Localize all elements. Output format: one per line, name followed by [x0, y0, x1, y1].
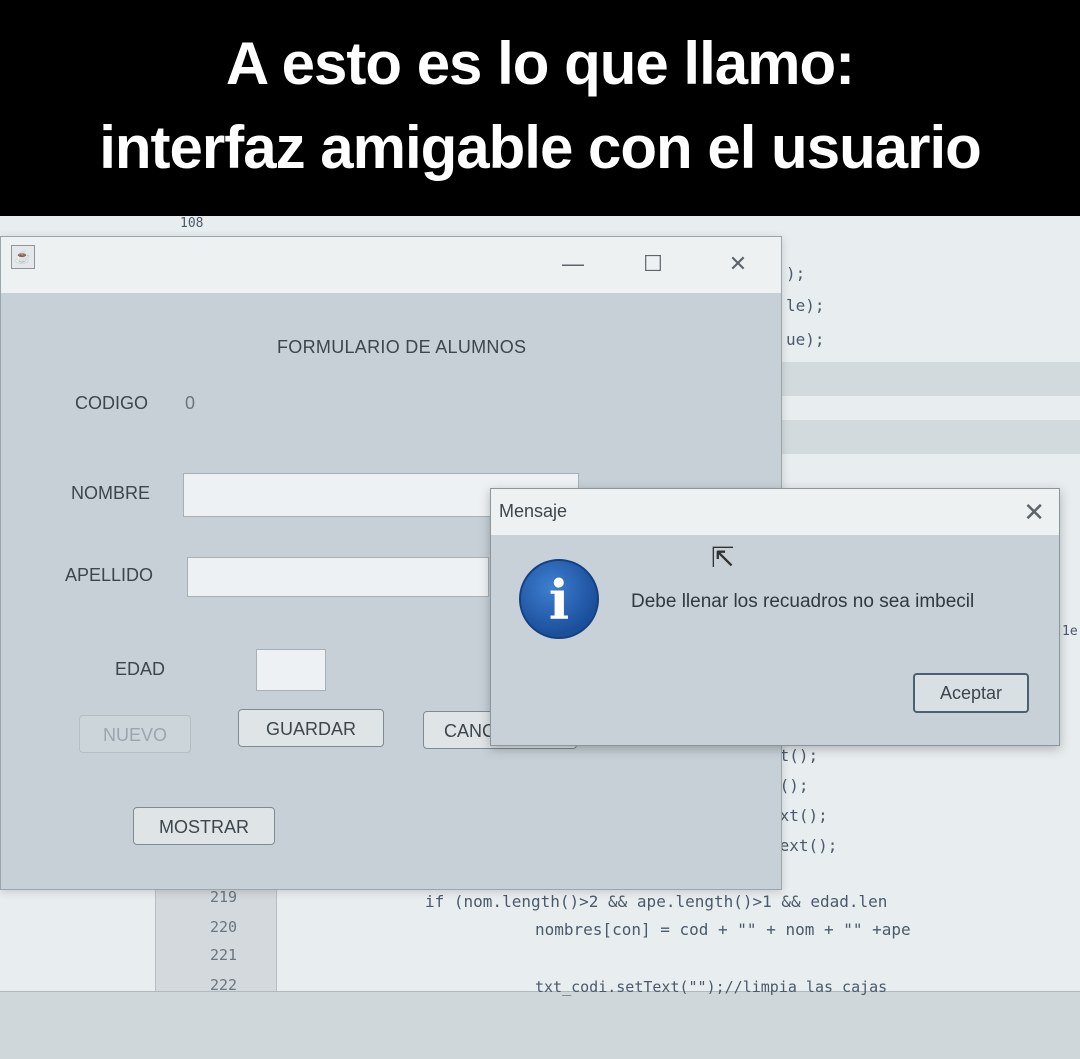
mostrar-button[interactable]: MOSTRAR — [133, 807, 275, 845]
ide-code-fragment: ); — [786, 264, 806, 283]
meme-caption: A esto es lo que llamo: interfaz amigabl… — [0, 0, 1080, 216]
form-title: FORMULARIO DE ALUMNOS — [277, 337, 527, 357]
close-icon[interactable]: ✕ — [1023, 497, 1045, 528]
maximize-icon[interactable]: ☐ — [631, 247, 675, 281]
close-icon[interactable]: ✕ — [716, 247, 760, 281]
codigo-label: CODIGO — [75, 393, 149, 413]
ide-code-fragment: le); — [786, 296, 825, 315]
ide-line-number: 221 — [210, 946, 238, 964]
caption-line-2: interfaz amigable con el usuario — [99, 114, 982, 181]
nombre-label: NOMBRE — [71, 483, 151, 503]
guardar-button[interactable]: GUARDAR — [238, 709, 384, 747]
ide-code-fragment: 1e — [1062, 624, 1078, 639]
ide-status-band — [0, 991, 1080, 1059]
message-dialog: Mensaje ✕ ⇱ i Debe llenar los recuadros … — [490, 488, 1060, 746]
ide-code-line-222: txt_codi.setText("");//limpia las cajas — [535, 978, 888, 996]
caption-line-1: A esto es lo que llamo: — [225, 30, 855, 97]
ide-line-number: 219 — [210, 888, 238, 906]
dialog-message: Debe llenar los recuadros no sea imbecil — [631, 591, 975, 612]
apellido-label: APELLIDO — [65, 565, 154, 585]
edad-field[interactable] — [256, 649, 326, 691]
java-icon: ☕ — [11, 245, 35, 269]
mouse-cursor-icon: ⇱ — [711, 542, 735, 573]
codigo-value: 0 — [185, 393, 196, 413]
dialog-titlebar: Mensaje ✕ — [491, 489, 1059, 535]
apellido-field[interactable] — [187, 557, 489, 597]
ide-code-line-220: nombres[con] = cod + "" + nom + "" +ape — [535, 920, 911, 939]
ide-code-line-219: if (nom.length()>2 && ape.length()>1 && … — [425, 892, 888, 911]
aceptar-button[interactable]: Aceptar — [913, 673, 1029, 713]
minimize-icon[interactable]: — — [551, 247, 595, 281]
ide-highlight-band — [775, 420, 1080, 454]
ide-highlight-band — [775, 362, 1080, 396]
nuevo-button[interactable]: NUEVO — [79, 715, 191, 753]
ide-line-number: 220 — [210, 918, 238, 936]
ide-code-fragment: ue); — [786, 330, 825, 349]
ide-line-number-top: 108 — [180, 216, 204, 231]
window-titlebar: ☕ — ☐ ✕ — [1, 237, 781, 293]
edad-label: EDAD — [115, 659, 166, 679]
info-icon: i — [519, 559, 599, 639]
dialog-title: Mensaje — [499, 501, 568, 521]
